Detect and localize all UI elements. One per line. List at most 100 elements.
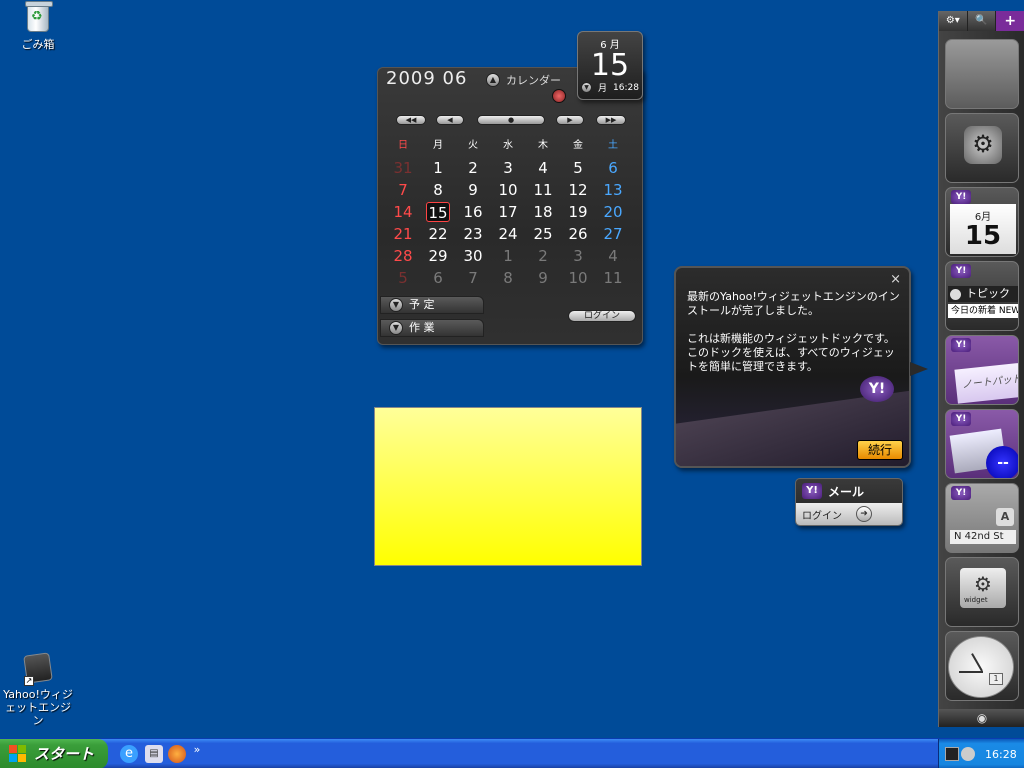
calendar-day[interactable]: 13 bbox=[598, 180, 628, 200]
show-desktop-icon[interactable]: ▤ bbox=[145, 745, 163, 763]
clock-date: 1 bbox=[989, 673, 1003, 685]
target-icon: ◉ bbox=[976, 711, 988, 725]
dock-item-topics[interactable]: Y! トピックス 今日の新着 NEW bbox=[945, 261, 1019, 331]
calendar-day[interactable]: 8 bbox=[493, 268, 523, 288]
recycle-bin-icon bbox=[22, 1, 54, 36]
welcome-balloon: × 最新のYahoo!ウィジェットエンジンのインストールが完了しました。 これは… bbox=[674, 266, 911, 468]
calendar-day[interactable]: 12 bbox=[563, 180, 593, 200]
calendar-day[interactable]: 29 bbox=[423, 246, 453, 266]
calendar-day[interactable]: 19 bbox=[563, 202, 593, 222]
calendar-day[interactable]: 3 bbox=[493, 158, 523, 178]
calendar-day[interactable]: 28 bbox=[388, 246, 418, 266]
continue-button[interactable]: 続行 bbox=[857, 440, 903, 460]
quicklaunch-more[interactable]: » bbox=[192, 741, 202, 759]
calendar-day[interactable]: 9 bbox=[528, 268, 558, 288]
calendar-day[interactable]: 20 bbox=[598, 202, 628, 222]
clock-face-icon: 1 bbox=[948, 636, 1014, 698]
desktop-icon-recycle-bin[interactable]: ごみ箱 bbox=[0, 1, 76, 51]
balloon-line-1: 最新のYahoo!ウィジェットエンジンのインストールが完了しました。 bbox=[687, 290, 900, 317]
dock-item-notepad[interactable]: Y! ノートパッド bbox=[945, 335, 1019, 405]
calendar-day[interactable]: 25 bbox=[528, 224, 558, 244]
calendar-day[interactable]: 17 bbox=[493, 202, 523, 222]
dock-widget-label: widget bbox=[964, 596, 988, 604]
calendar-day[interactable]: 2 bbox=[458, 158, 488, 178]
mail-login-label[interactable]: ログイン bbox=[802, 507, 842, 522]
calendar-day[interactable]: 5 bbox=[563, 158, 593, 178]
gears-plus-icon: ⚙ bbox=[964, 126, 1002, 164]
firefox-icon[interactable] bbox=[168, 745, 186, 763]
calendar-day[interactable]: 31 bbox=[388, 158, 418, 178]
yahoo-logo-icon: Y! bbox=[951, 190, 971, 204]
arrow-right-icon[interactable]: ➜ bbox=[856, 506, 872, 522]
next-year-button[interactable]: ▶▶ bbox=[596, 115, 626, 125]
search-icon[interactable]: 🔍 bbox=[968, 11, 997, 31]
calendar-login-button[interactable]: ログイン bbox=[568, 310, 636, 322]
calendar-day[interactable]: 30 bbox=[458, 246, 488, 266]
calendar-day[interactable]: 21 bbox=[388, 224, 418, 244]
calendar-day[interactable]: 18 bbox=[528, 202, 558, 222]
calendar-day[interactable]: 10 bbox=[493, 180, 523, 200]
settings-icon[interactable]: ⚙▾ bbox=[939, 11, 968, 31]
date-widget[interactable]: 6 月 15 ▼ 月 16:28 bbox=[577, 31, 643, 100]
start-button[interactable]: スタート bbox=[0, 739, 108, 768]
dock-topics-sub: 今日の新着 NEW bbox=[948, 304, 1018, 318]
prev-year-button[interactable]: ◀◀ bbox=[396, 115, 426, 125]
mail-widget[interactable]: Y! メール ログイン ➜ bbox=[795, 478, 903, 526]
calendar-day[interactable]: 14 bbox=[388, 202, 418, 222]
calendar-day[interactable]: 10 bbox=[563, 268, 593, 288]
dock-item-widget-settings[interactable]: ⚙ widget bbox=[945, 557, 1019, 627]
calendar-day[interactable]: 22 bbox=[423, 224, 453, 244]
date-widget-day: 15 bbox=[590, 48, 630, 83]
calendar-day[interactable]: 4 bbox=[598, 246, 628, 266]
calendar-day[interactable]: 15 bbox=[426, 202, 450, 222]
dock-collapse-button[interactable]: ◉ bbox=[939, 709, 1024, 727]
calendar-day[interactable]: 24 bbox=[493, 224, 523, 244]
calendar-day[interactable]: 5 bbox=[388, 268, 418, 288]
calendar-day[interactable]: 7 bbox=[458, 268, 488, 288]
close-icon[interactable]: × bbox=[890, 272, 901, 287]
chevron-down-icon[interactable]: ▼ bbox=[581, 82, 592, 93]
next-month-button[interactable]: ▶ bbox=[556, 115, 584, 125]
dock-item-weather[interactable]: Y! -- bbox=[945, 409, 1019, 479]
calendar-day[interactable]: 23 bbox=[458, 224, 488, 244]
calendar-day[interactable]: 6 bbox=[598, 158, 628, 178]
dock-item-maps[interactable]: Y! A N 42nd St bbox=[945, 483, 1019, 553]
calendar-day[interactable]: 8 bbox=[423, 180, 453, 200]
today-button[interactable]: ● bbox=[477, 115, 545, 125]
add-widget-icon[interactable]: + bbox=[996, 11, 1024, 31]
volume-icon[interactable] bbox=[961, 747, 975, 761]
calendar-year-month: 2009 06 bbox=[386, 68, 468, 89]
dock-item-widget-gallery[interactable]: ⚙ bbox=[945, 113, 1019, 183]
calendar-day[interactable]: 2 bbox=[528, 246, 558, 266]
dock-item-calendar[interactable]: 6月 15 Y! bbox=[945, 187, 1019, 257]
ie-icon[interactable]: e bbox=[120, 745, 138, 763]
calendar-day[interactable]: 26 bbox=[563, 224, 593, 244]
calendar-day[interactable]: 4 bbox=[528, 158, 558, 178]
calendar-widget[interactable]: 2009 06 ▲ カレンダー ◀◀ ◀ ● ▶ ▶▶ 日月火水木金土 31 1 2 3… bbox=[377, 67, 643, 345]
dock-toolbar: ⚙▾ 🔍 + bbox=[939, 11, 1024, 31]
calendar-day[interactable]: 11 bbox=[528, 180, 558, 200]
calendar-day[interactable]: 9 bbox=[458, 180, 488, 200]
calendar-day[interactable]: 3 bbox=[563, 246, 593, 266]
weekday-header: 月 bbox=[433, 140, 443, 151]
calendar-day[interactable]: 1 bbox=[423, 158, 453, 178]
calendar-day[interactable]: 11 bbox=[598, 268, 628, 288]
desktop-icon-yahoo-widgets[interactable]: ↗ Yahoo!ウィジェットエンジン bbox=[0, 652, 76, 727]
calendar-mode-button[interactable]: ▲ カレンダー bbox=[486, 72, 561, 88]
weekday-header: 火 bbox=[468, 140, 478, 151]
calendar-menu-icon[interactable] bbox=[552, 89, 566, 103]
calendar-day[interactable]: 27 bbox=[598, 224, 628, 244]
calendar-day[interactable]: 7 bbox=[388, 180, 418, 200]
calendar-day[interactable]: 6 bbox=[423, 268, 453, 288]
tab-schedule[interactable]: ▼ 予 定 bbox=[380, 296, 484, 314]
tab-tasks[interactable]: ▼ 作 業 bbox=[380, 319, 484, 337]
calendar-day[interactable]: 1 bbox=[493, 246, 523, 266]
calendar-day[interactable]: 16 bbox=[458, 202, 488, 222]
dock-item-blank[interactable] bbox=[945, 39, 1019, 109]
prev-month-button[interactable]: ◀ bbox=[436, 115, 464, 125]
weekday-header: 土 bbox=[608, 140, 618, 151]
yahoo-widgets-tray-icon[interactable] bbox=[945, 747, 959, 761]
yahoo-logo-icon: Y! bbox=[802, 483, 822, 499]
dock-item-clock[interactable]: 1 bbox=[945, 631, 1019, 701]
sticky-note[interactable] bbox=[374, 407, 642, 566]
